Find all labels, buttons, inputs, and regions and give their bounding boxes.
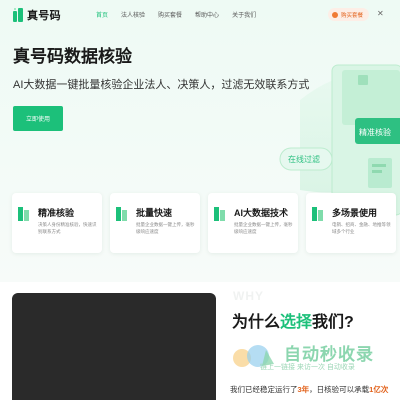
feature-desc: 批量企业数据一键上传，毫秒级响应速度 <box>136 222 195 234</box>
start-now-button[interactable]: 立即使用 <box>13 106 63 131</box>
location-icon <box>332 11 338 18</box>
feature-card: 多场景使用 电销、招商、金融、地推等领域多个行业 <box>306 193 396 253</box>
feature-desc: 批量企业数据一键上传，毫秒级响应速度 <box>234 222 293 234</box>
nav-item-legal-verify[interactable]: 法人核验 <box>121 10 145 19</box>
feature-icon-batch <box>116 207 127 221</box>
why-us-title: 为什么选择我们? <box>232 308 354 332</box>
overlay-watermark: 自动秒收录 链上一链接 来访一次 自动收录 <box>232 340 400 380</box>
stat-years: 3年 <box>297 385 310 394</box>
feature-title: 多场景使用 <box>332 208 378 218</box>
feature-card: 批量快速 批量企业数据一键上传，毫秒级响应速度 <box>110 193 200 253</box>
nav-links: 首页 法人核验 购买套餐 帮助中心 关于我们 <box>96 10 269 19</box>
stats-line: 我们已经稳定运行了3年，日核验可以承载1亿次 <box>230 384 388 395</box>
watermark-subtitle: 链上一链接 来访一次 自动收录 <box>260 364 355 371</box>
buy-package-label: 购买套餐 <box>341 12 364 19</box>
brand-name: 真号码 <box>27 10 61 22</box>
intro-video[interactable] <box>12 293 216 400</box>
stat-middle: ，日核验可以承载 <box>309 385 370 394</box>
feature-title: 批量快速 <box>136 208 173 218</box>
nav-item-home[interactable]: 首页 <box>96 10 108 19</box>
art-label-verify: 精准核验 <box>359 127 391 137</box>
nav-item-buy-package[interactable]: 购买套餐 <box>158 10 182 19</box>
feature-title: 精准核验 <box>38 208 75 218</box>
art-label-filter: 在线过滤 <box>288 154 320 164</box>
why-watermark: WHY <box>233 289 264 303</box>
feature-list: 精准核验 决策人身份精准核验，快速识别联系方式 批量快速 批量企业数据一键上传，… <box>12 193 400 253</box>
feature-title: AI大数据技术 <box>234 208 289 218</box>
logo-icon <box>13 8 24 22</box>
why-title-highlight: 选择 <box>280 314 313 331</box>
close-icon[interactable]: ✕ <box>377 9 384 18</box>
feature-card: 精准核验 决策人身份精准核验，快速识别联系方式 <box>12 193 102 253</box>
feature-icon-scenarios <box>312 207 323 221</box>
nav-item-about[interactable]: 关于我们 <box>232 10 256 19</box>
why-title-prefix: 为什么 <box>232 314 281 331</box>
buy-package-button[interactable]: 购买套餐 <box>328 8 370 21</box>
feature-desc: 决策人身份精准核验，快速识别联系方式 <box>38 222 97 234</box>
hero-title: 真号码数据核验 <box>13 47 132 66</box>
feature-desc: 电销、招商、金融、地推等领域多个行业 <box>332 222 391 234</box>
nav-item-help[interactable]: 帮助中心 <box>195 10 219 19</box>
feature-icon-ai <box>214 207 225 221</box>
stat-prefix: 我们已经稳定运行了 <box>230 385 298 394</box>
hero-subtitle: AI大数据一键批量核验企业法人、决策人，过滤无效联系方式 <box>13 79 310 91</box>
top-nav: 真号码 首页 法人核验 购买套餐 帮助中心 关于我们 购买套餐 ✕ <box>0 0 400 28</box>
brand-logo[interactable]: 真号码 <box>13 7 61 23</box>
why-title-suffix: 我们? <box>312 314 354 331</box>
feature-icon-accuracy <box>18 207 29 221</box>
feature-card: AI大数据技术 批量企业数据一键上传，毫秒级响应速度 <box>208 193 298 253</box>
stat-volume: 1亿次 <box>369 385 389 394</box>
